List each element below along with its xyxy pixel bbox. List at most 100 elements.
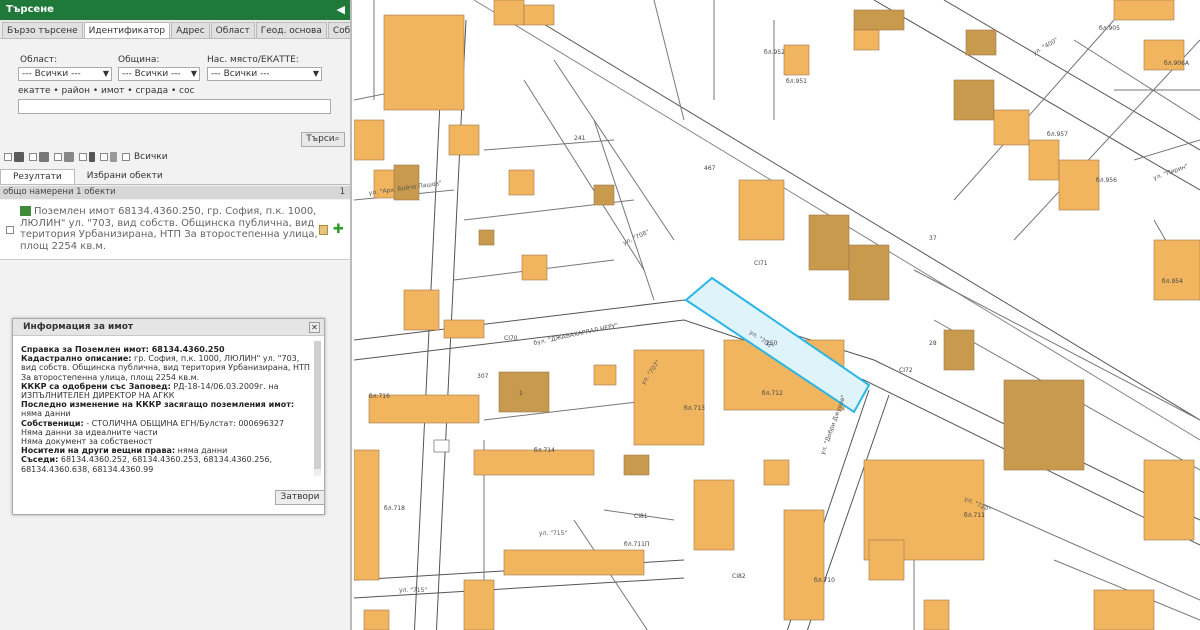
region-select[interactable]: --- Всички --- ▼ [18, 67, 112, 81]
filter-other-checkbox[interactable] [100, 153, 108, 161]
building [853, 29, 880, 51]
map-canvas[interactable]: бул. "ДЖАВАХАРЛАЛ НЕРУ" ул. "703" ул. "7… [354, 0, 1200, 630]
building [478, 229, 495, 246]
building-716 [354, 449, 380, 581]
tab-selected-objects[interactable]: Избрани обекти [74, 169, 175, 184]
ref-label: Справка за Поземлен имот: 68134.4360.250 [21, 345, 225, 354]
building-711 [693, 479, 735, 551]
building-710 [783, 509, 825, 621]
building [593, 364, 617, 386]
filter-unit-checkbox[interactable] [54, 153, 62, 161]
tab-quick-search[interactable]: Бързо търсене [2, 22, 83, 38]
block-label: бл.716 [369, 393, 390, 400]
settlement-select[interactable]: --- Всички --- ▼ [207, 67, 322, 81]
building [633, 349, 705, 446]
holders-text: няма данни [177, 446, 228, 456]
tab-results[interactable]: Резултати [0, 169, 75, 184]
block-label: бл.951 [786, 78, 807, 85]
result-checkbox[interactable] [6, 226, 14, 234]
unit-icon [64, 152, 74, 162]
tab-address[interactable]: Адрес [171, 22, 210, 38]
parcel-label: 37 [929, 235, 937, 242]
filter-all-checkbox[interactable] [122, 153, 130, 161]
building [853, 9, 905, 31]
filter-building-checkbox[interactable] [29, 153, 37, 161]
street-label: ул. "715" [539, 530, 567, 537]
block-label: бл.905 [1099, 25, 1120, 32]
holders-label: Носители на други вещни права: [21, 446, 176, 456]
results-summary: общо намерени 1 обекти 1 [0, 186, 350, 199]
dialog-title: Информация за имот [23, 322, 134, 332]
building [1058, 159, 1100, 211]
building-footprints [354, 0, 1200, 630]
add-icon[interactable]: ✚ [333, 222, 344, 237]
street-labels: бул. "ДЖАВАХАРЛАЛ НЕРУ" ул. "703" ул. "7… [368, 36, 1189, 594]
magnifier-icon: ⌕ [334, 134, 340, 144]
chevron-down-icon: ▼ [102, 69, 109, 78]
region-select-value: --- Всички --- [22, 69, 81, 79]
edit-icon[interactable] [319, 225, 328, 235]
block-label: бл.957 [1047, 131, 1068, 138]
ideal-parts-text: Няма данни за идеалните части [21, 427, 158, 437]
search-tabs: Бързо търсене Идентификатор Адрес Област… [0, 20, 350, 39]
parcel-label: 28 [929, 340, 937, 347]
filter-geodetic-checkbox[interactable] [79, 153, 87, 161]
block-labels: бл.713 бл.712 бл.716 бл.718 бл.714 бл.71… [369, 25, 1190, 584]
building [848, 244, 890, 301]
tab-region[interactable]: Област [210, 22, 255, 38]
building [763, 459, 790, 486]
building [523, 4, 555, 26]
building [943, 329, 975, 371]
result-item[interactable]: Поземлен имот 68134.4360.250, гр. София,… [0, 200, 350, 260]
building [354, 119, 385, 161]
close-icon[interactable]: ✕ [309, 322, 320, 333]
result-item-text[interactable]: Поземлен имот 68134.4360.250, гр. София,… [20, 206, 320, 252]
chevron-down-icon: ▼ [312, 69, 319, 78]
close-button[interactable]: Затвори [275, 490, 325, 505]
parcel-label: CI82 [732, 573, 746, 580]
last-change-label: Последно изменение на КККР засягащо позе… [21, 400, 295, 410]
building [1093, 589, 1155, 630]
collapse-panel-icon[interactable]: ◀ [337, 3, 345, 16]
property-info-dialog: Информация за имот ✕ Справка за Поземлен… [12, 318, 325, 515]
identifier-input[interactable] [18, 99, 331, 114]
tab-owner[interactable]: Собственик [327, 22, 350, 38]
block-label: бл.906А [1164, 60, 1190, 67]
building [593, 184, 615, 206]
geodetic-point-icon [89, 152, 95, 162]
owners-label: Собственици: [21, 418, 84, 428]
parcel-label: CI72 [899, 367, 913, 374]
block-label: бл.711 [964, 512, 985, 519]
building [463, 579, 495, 630]
building [993, 109, 1030, 146]
parcel-label: CI70 [504, 335, 518, 342]
building [443, 319, 485, 339]
building [1143, 459, 1195, 541]
parcel-icon [14, 152, 24, 162]
tab-geodetic[interactable]: Геод. основа [255, 22, 327, 38]
panel-title: Търсене [6, 4, 54, 15]
building [1003, 379, 1085, 471]
search-button[interactable]: Търси⌕ [301, 132, 345, 147]
settlement-label: Нас. място/ЕКАТТЕ: [207, 55, 299, 65]
filter-parcel-checkbox[interactable] [4, 153, 12, 161]
building [383, 14, 465, 111]
building [1113, 0, 1175, 21]
building [508, 169, 535, 196]
dialog-scrollbar[interactable] [314, 341, 321, 476]
kkkr-label: КККР са одобрени със Заповед: [21, 381, 171, 391]
street-label: ул. "708" [622, 228, 651, 246]
search-button-label: Търси [306, 134, 335, 144]
building [403, 289, 440, 331]
scrollbar-thumb[interactable] [314, 341, 321, 469]
building-icon [39, 152, 49, 162]
tab-identifier[interactable]: Идентификатор [83, 22, 171, 38]
building [738, 179, 785, 241]
ownership-doc-text: Няма документ за собственост [21, 437, 153, 447]
cadastral-map[interactable]: бул. "ДЖАВАХАРЛАЛ НЕРУ" ул. "703" ул. "7… [354, 0, 1200, 630]
municipality-select[interactable]: --- Всички --- ▼ [118, 67, 200, 81]
block-label: бл.712 [762, 390, 783, 397]
parcel-label: CI81 [634, 513, 648, 520]
block-label: бл.714 [534, 447, 555, 454]
neighbors-text: 68134.4360.252, 68134.4360.253, 68134.43… [21, 455, 273, 474]
